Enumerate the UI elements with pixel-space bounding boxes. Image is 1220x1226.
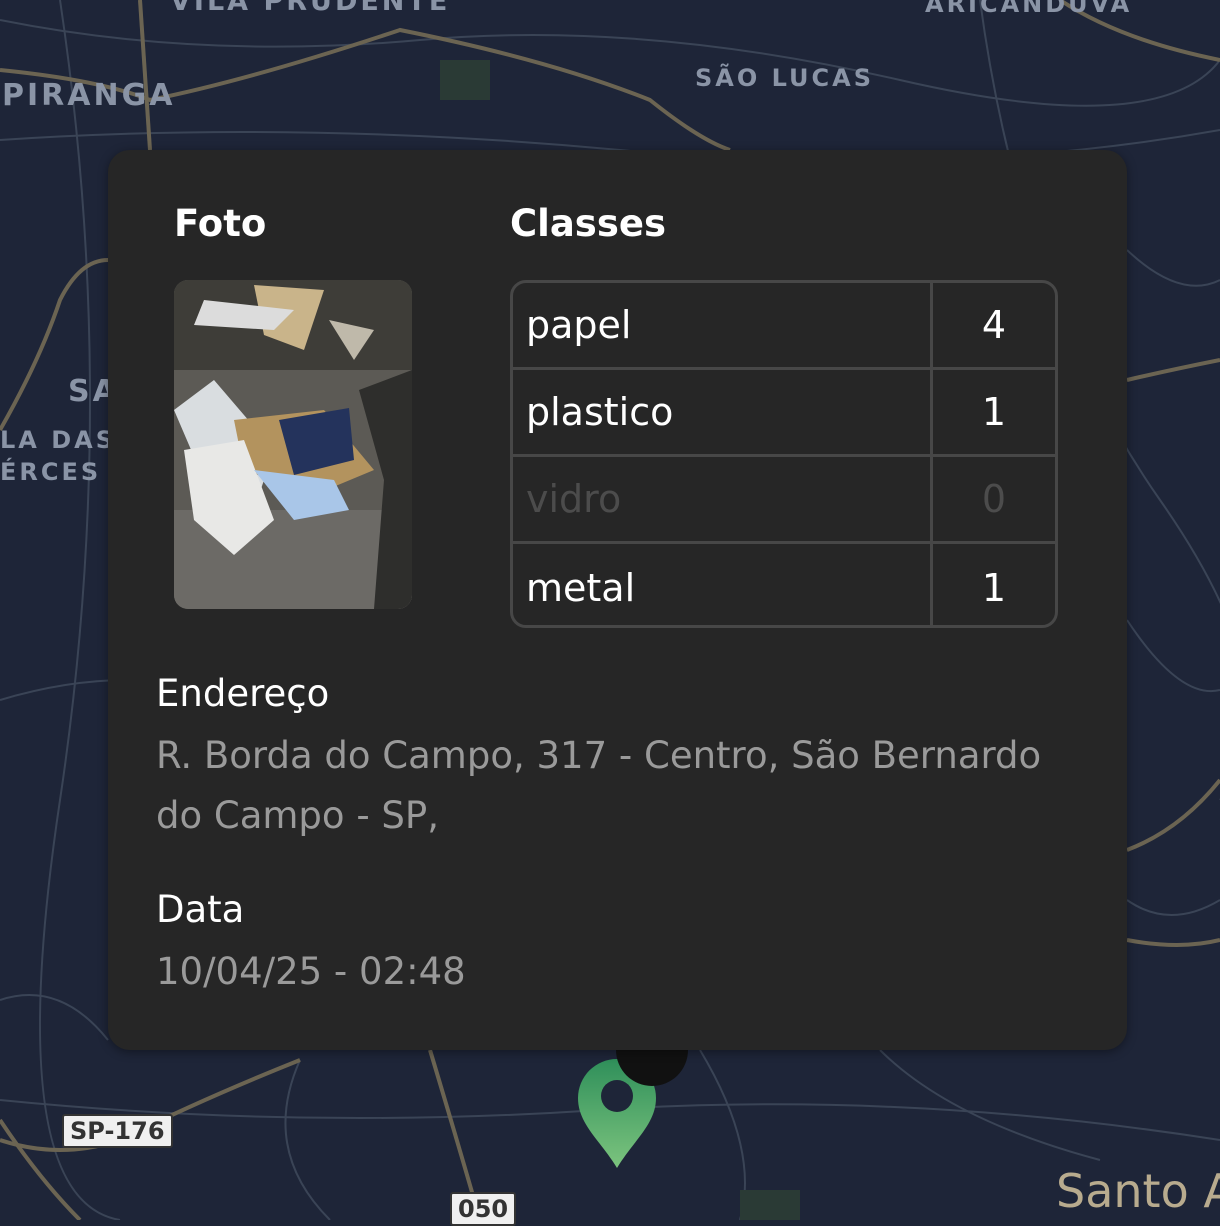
map-label-ipiranga: PIRANGA [2, 78, 176, 113]
class-row-metal: metal 1 [513, 544, 1055, 625]
class-count: 1 [930, 544, 1055, 625]
class-row-plastico: plastico 1 [513, 370, 1055, 457]
classes-heading: Classes [510, 202, 666, 245]
road-shield-050: 050 [450, 1192, 517, 1226]
class-name: vidro [526, 477, 622, 521]
classes-table: papel 4 plastico 1 vidro 0 metal 1 [510, 280, 1058, 628]
class-row-vidro: vidro 0 [513, 457, 1055, 544]
class-name: plastico [526, 390, 674, 434]
map-label-santo: Santo A [1056, 1164, 1220, 1218]
road-shield-sp176: SP-176 [62, 1114, 173, 1148]
class-count: 1 [930, 370, 1055, 454]
map-label-aricanduva: ARICANDUVA [925, 0, 1133, 18]
map-label-vila-prudente: VILA PRUDENTE [170, 0, 451, 17]
class-count: 0 [930, 457, 1055, 541]
map-label-sao-lucas: SÃO LUCAS [695, 64, 875, 92]
class-row-papel: papel 4 [513, 283, 1055, 370]
address-label: Endereço [156, 672, 330, 715]
photo-image [174, 280, 412, 609]
class-count: 4 [930, 283, 1055, 367]
trash-photo[interactable] [174, 280, 412, 609]
map-label-ierces: ÉRCES [0, 458, 102, 486]
map-label-la-das: LA DAS [0, 426, 117, 454]
date-label: Data [156, 888, 245, 931]
date-value: 10/04/25 - 02:48 [156, 950, 466, 993]
class-name: metal [526, 565, 636, 610]
photo-heading: Foto [174, 202, 267, 245]
address-value: R. Borda do Campo, 317 - Centro, São Ber… [156, 734, 1042, 837]
class-name: papel [526, 303, 632, 347]
detail-popup: Foto Classes papel 4 plastico 1 vidro 0 … [108, 150, 1127, 1050]
map-pin-icon[interactable] [570, 1040, 690, 1180]
